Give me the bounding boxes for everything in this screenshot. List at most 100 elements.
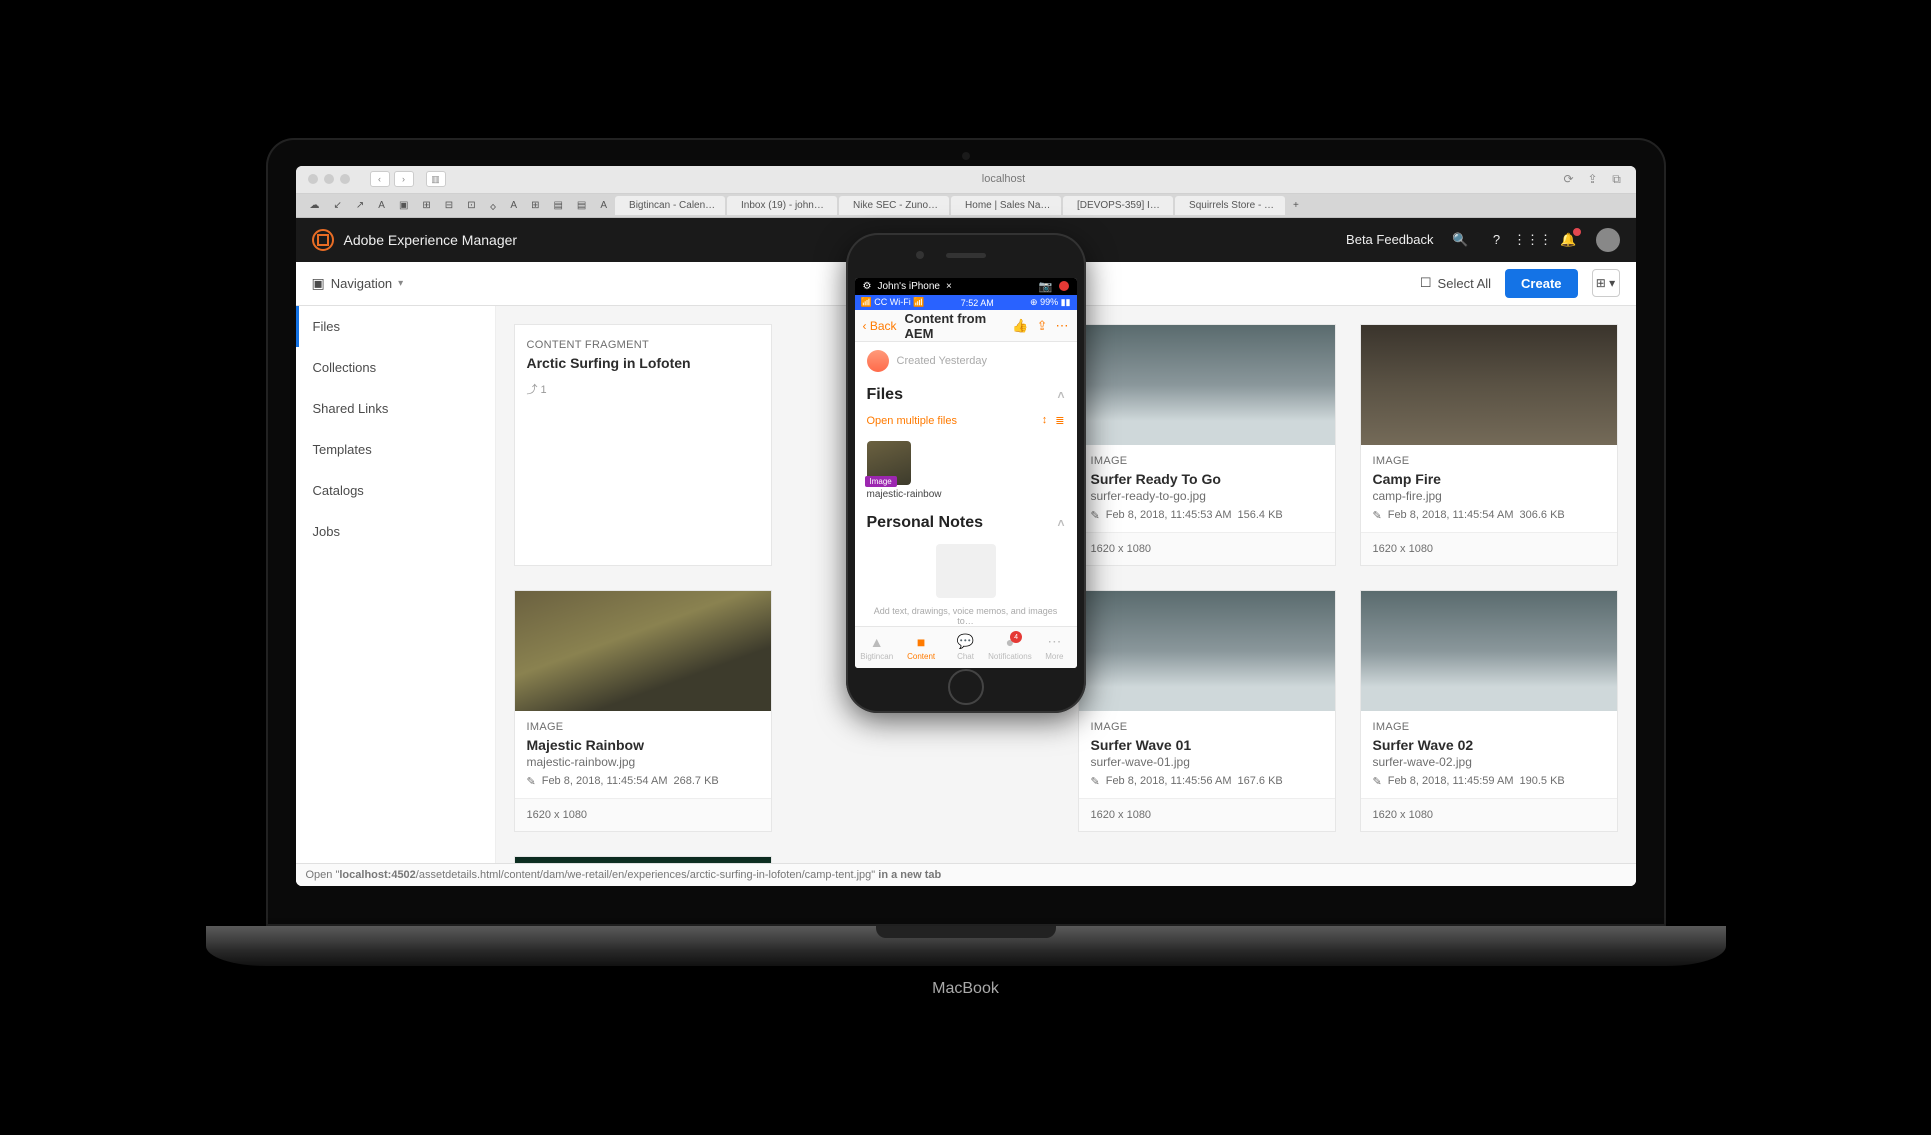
- back-button[interactable]: ‹ Back: [863, 319, 897, 333]
- bookmark-icon[interactable]: ⊡: [461, 198, 481, 213]
- tab-content[interactable]: ■Content: [899, 627, 943, 667]
- file-name: majestic-rainbow: [867, 489, 1065, 500]
- beta-feedback-link[interactable]: Beta Feedback: [1346, 232, 1433, 247]
- asset-card[interactable]: IMAGECamp Firecamp-fire.jpg✎Feb 8, 2018,…: [1360, 324, 1618, 566]
- more-icon: ⋯: [1047, 633, 1061, 650]
- apps-icon[interactable]: ⋮⋮⋮: [1524, 231, 1542, 249]
- asset-size: 306.6 KB: [1520, 509, 1565, 521]
- asset-card[interactable]: IMAGESurfer Wave 02surfer-wave-02.jpg✎Fe…: [1360, 590, 1618, 832]
- tabs-icon[interactable]: ⧉: [1610, 172, 1624, 186]
- file-type-tag: Image: [865, 476, 897, 487]
- asset-date: Feb 8, 2018, 11:45:56 AM: [1106, 775, 1232, 787]
- bookmark-icon[interactable]: ⊞: [416, 198, 436, 213]
- sidebar-toggle[interactable]: ▥: [426, 171, 446, 187]
- gear-icon[interactable]: ⚙: [863, 281, 872, 292]
- asset-date: Feb 8, 2018, 11:45:53 AM: [1106, 509, 1232, 521]
- sidebar-item-files[interactable]: Files: [296, 306, 495, 347]
- forward-button[interactable]: ›: [394, 171, 414, 187]
- asset-card[interactable]: IMAGEMajestic Rainbowmajestic-rainbow.jp…: [514, 590, 772, 832]
- browser-tab[interactable]: Inbox (19) - john…: [727, 196, 837, 215]
- bookmark-icon[interactable]: ⊟: [439, 198, 459, 213]
- asset-type: IMAGE: [1091, 721, 1323, 733]
- macbook-base: [206, 926, 1726, 966]
- help-icon[interactable]: ?: [1488, 231, 1506, 249]
- aem-logo-icon[interactable]: [312, 229, 334, 251]
- sidebar-item-shared-links[interactable]: Shared Links: [296, 388, 495, 429]
- sidebar-item-jobs[interactable]: Jobs: [296, 511, 495, 552]
- status-battery: ⊕ 99% ▮▮: [1030, 297, 1070, 308]
- files-section-header[interactable]: Files˄: [855, 380, 1077, 408]
- select-all-button[interactable]: ☐ Select All: [1420, 275, 1491, 291]
- navigation-dropdown[interactable]: ▣ Navigation ▾: [312, 275, 404, 292]
- bookmark-icon[interactable]: 🝔: [484, 193, 503, 218]
- share-icon[interactable]: ⇪: [1586, 172, 1600, 186]
- tab-more[interactable]: ⋯More: [1032, 627, 1076, 667]
- browser-tab[interactable]: Home | Sales Na…: [951, 196, 1061, 215]
- more-icon[interactable]: ⋯: [1056, 318, 1069, 334]
- notes-section-header[interactable]: Personal Notes˄: [855, 508, 1077, 536]
- ios-status-bar: 📶 CC Wi-Fi 📶 7:52 AM ⊕ 99% ▮▮: [855, 295, 1077, 309]
- bookmark-icon[interactable]: ▤: [571, 198, 592, 213]
- traffic-lights[interactable]: [308, 174, 350, 184]
- author-avatar[interactable]: [867, 350, 889, 372]
- browser-tab[interactable]: [DEVOPS-359] I…: [1063, 196, 1173, 215]
- create-button[interactable]: Create: [1505, 269, 1577, 298]
- back-button[interactable]: ‹: [370, 171, 390, 187]
- sidebar-item-collections[interactable]: Collections: [296, 347, 495, 388]
- sidebar-item-catalogs[interactable]: Catalogs: [296, 470, 495, 511]
- list-view-icon[interactable]: ≣: [1055, 414, 1064, 427]
- asset-dimensions: 1620 x 1080: [1079, 798, 1335, 831]
- status-bar: Open "localhost:4502/assetdetails.html/c…: [296, 863, 1636, 886]
- browser-tab[interactable]: Squirrels Store - …: [1175, 196, 1285, 215]
- zoom-dot[interactable]: [340, 174, 350, 184]
- tab-chat[interactable]: 💬Chat: [943, 627, 987, 667]
- pencil-icon: ✎: [1373, 509, 1382, 522]
- close-icon[interactable]: ×: [946, 281, 952, 292]
- open-multiple-link[interactable]: Open multiple files: [867, 415, 958, 427]
- tab-label: Notifications: [988, 652, 1032, 661]
- asset-size: 167.6 KB: [1238, 775, 1283, 787]
- browser-tab[interactable]: Bigtincan - Calen…: [615, 196, 725, 215]
- reader-icon[interactable]: ⟳: [1562, 172, 1576, 186]
- sidebar-item-templates[interactable]: Templates: [296, 429, 495, 470]
- bell-icon[interactable]: 🔔: [1560, 231, 1578, 249]
- home-button[interactable]: [948, 669, 984, 705]
- asset-card[interactable]: IMAGESurfer Wave 01surfer-wave-01.jpg✎Fe…: [1078, 590, 1336, 832]
- bookmark-icon[interactable]: A: [372, 198, 391, 213]
- asset-filename: camp-fire.jpg: [1373, 489, 1605, 503]
- view-switcher[interactable]: ⊞ ▾: [1592, 269, 1620, 297]
- bookmark-icon[interactable]: A: [504, 198, 523, 213]
- url-bar[interactable]: localhost: [446, 173, 1562, 185]
- bookmark-icon[interactable]: ▣: [393, 198, 414, 213]
- new-tab-button[interactable]: +: [1287, 198, 1305, 213]
- camera-icon[interactable]: 📷: [1039, 280, 1053, 293]
- left-sidebar: FilesCollectionsShared LinksTemplatesCat…: [296, 306, 496, 886]
- minimize-dot[interactable]: [324, 174, 334, 184]
- recording-device-label: John's iPhone: [877, 281, 940, 292]
- close-dot[interactable]: [308, 174, 318, 184]
- bookmark-icon[interactable]: ▤: [547, 198, 568, 213]
- bookmark-icon[interactable]: A: [594, 198, 613, 213]
- asset-thumbnail: [515, 591, 771, 711]
- asset-card[interactable]: CONTENT FRAGMENTArctic Surfing in Lofote…: [514, 324, 772, 566]
- notes-placeholder[interactable]: [936, 544, 996, 598]
- browser-tab[interactable]: Nike SEC - Zuno…: [839, 196, 949, 215]
- nav-bar: ‹ Back Content from AEM 👍 ⇪ ⋯: [855, 310, 1077, 342]
- asset-card[interactable]: IMAGESurfer Ready To Gosurfer-ready-to-g…: [1078, 324, 1336, 566]
- share-icon[interactable]: ⇪: [1037, 318, 1048, 334]
- user-avatar[interactable]: [1596, 228, 1620, 252]
- sort-icon[interactable]: ↕: [1042, 414, 1048, 427]
- tab-notifications[interactable]: ●Notifications4: [988, 627, 1032, 667]
- pencil-icon: ✎: [1091, 509, 1100, 522]
- tab-bigtincan[interactable]: ▲Bigtincan: [855, 627, 899, 667]
- file-item[interactable]: Image majestic-rainbow: [855, 433, 1077, 508]
- created-label: Created Yesterday: [897, 355, 988, 367]
- bookmark-icon[interactable]: ↗: [350, 198, 370, 213]
- bookmark-icon[interactable]: ↙: [328, 198, 348, 213]
- bookmark-icon[interactable]: ⊞: [525, 198, 545, 213]
- macbook-label: MacBook: [266, 980, 1666, 998]
- search-icon[interactable]: 🔍: [1452, 231, 1470, 249]
- bookmark-icon[interactable]: ☁: [304, 198, 326, 213]
- tab-label: Chat: [957, 652, 974, 661]
- like-icon[interactable]: 👍: [1012, 318, 1028, 334]
